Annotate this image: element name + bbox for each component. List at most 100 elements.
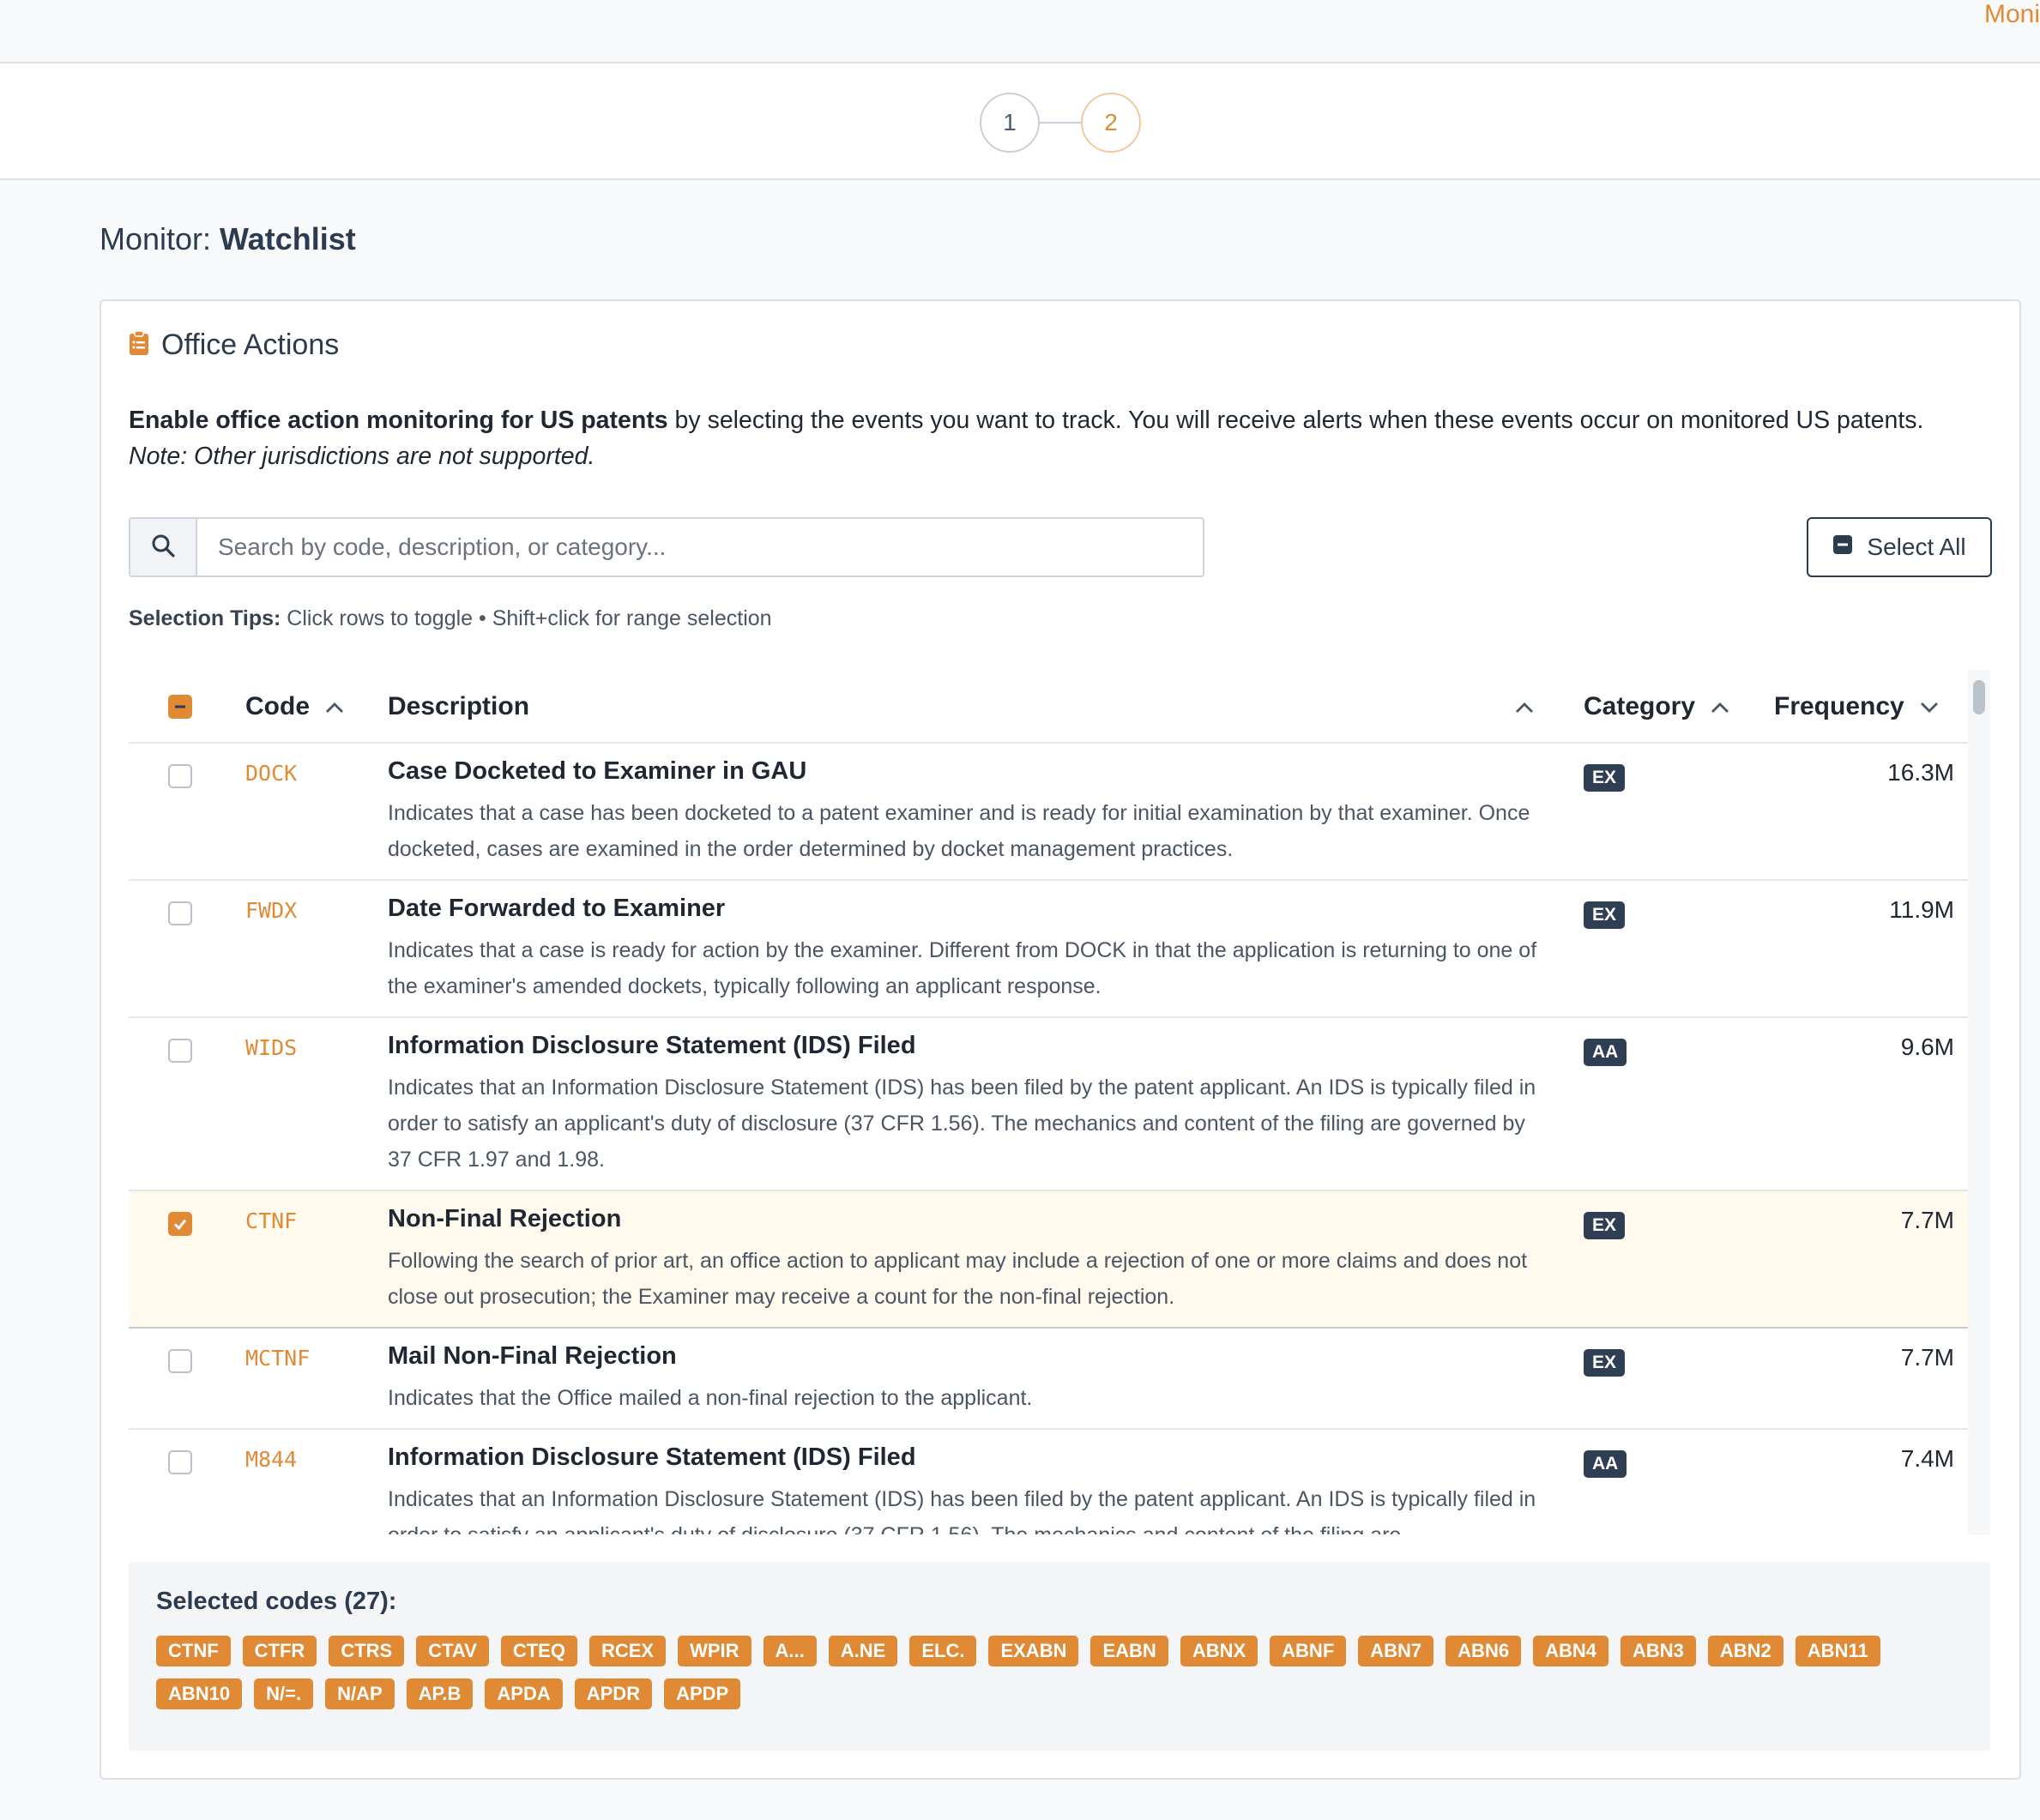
- category-badge: AA: [1584, 1039, 1627, 1066]
- office-actions-card: Office Actions Enable office action moni…: [100, 299, 2021, 1780]
- intro-note: Note: Other jurisdictions are not suppor…: [129, 443, 595, 470]
- event-frequency: 16.3M: [1887, 759, 1954, 786]
- search-addon: [130, 519, 197, 576]
- header-description[interactable]: Description: [388, 670, 529, 744]
- event-code: CTNF: [245, 1208, 298, 1233]
- header-code-label: Code: [245, 692, 310, 720]
- step-1[interactable]: 1: [980, 93, 1040, 153]
- event-description: Following the search of prior art, an of…: [388, 1249, 1528, 1309]
- stepper: 1 2: [0, 63, 2040, 180]
- row-checkbox[interactable]: [168, 1349, 192, 1373]
- event-frequency: 7.7M: [1900, 1207, 1954, 1233]
- page-title: Monitor: Watchlist: [100, 221, 356, 257]
- selected-code-chip[interactable]: CTEQ: [500, 1636, 577, 1666]
- monitor-nav-link[interactable]: Moni: [1984, 0, 2040, 29]
- category-badge: EX: [1584, 764, 1626, 792]
- event-title: Information Disclosure Statement (IDS) F…: [388, 1032, 916, 1059]
- events-table: Code Description Category Frequency DOCK…: [129, 670, 1990, 1534]
- selected-code-chip[interactable]: ABN4: [1533, 1636, 1608, 1666]
- table-row[interactable]: MCTNF Mail Non-Final Rejection Indicates…: [129, 1329, 1968, 1430]
- search-box: [129, 517, 1204, 577]
- select-all-button[interactable]: Select All: [1807, 517, 1992, 577]
- table-row[interactable]: WIDS Information Disclosure Statement (I…: [129, 1018, 1968, 1191]
- event-description: Indicates that a case has been docketed …: [388, 801, 1530, 861]
- selection-tips: Selection Tips: Click rows to toggle • S…: [129, 606, 772, 631]
- selected-code-chip[interactable]: AP.B: [406, 1678, 474, 1709]
- event-frequency: 7.7M: [1900, 1344, 1954, 1371]
- header-select-checkbox[interactable]: [168, 670, 192, 744]
- table-header: Code Description Category Frequency: [129, 670, 1968, 744]
- event-code: M844: [245, 1447, 298, 1472]
- card-title: Office Actions: [161, 328, 340, 361]
- selected-code-chip[interactable]: N/AP: [325, 1678, 395, 1709]
- selected-code-chip[interactable]: APDR: [574, 1678, 653, 1709]
- top-bar: Moni: [0, 0, 2040, 63]
- indeterminate-checkbox[interactable]: [168, 695, 192, 719]
- table-scrollbar[interactable]: [1968, 670, 1990, 1534]
- selected-code-chip[interactable]: ABN10: [156, 1678, 243, 1709]
- row-checkbox-checked[interactable]: [168, 1212, 192, 1236]
- event-frequency: 7.4M: [1900, 1445, 1954, 1472]
- selected-code-chip[interactable]: ELC.: [909, 1636, 977, 1666]
- selected-code-chip[interactable]: EABN: [1090, 1636, 1168, 1666]
- table-row[interactable]: M844 Information Disclosure Statement (I…: [129, 1430, 1968, 1534]
- row-checkbox[interactable]: [168, 764, 192, 788]
- row-checkbox[interactable]: [168, 1039, 192, 1063]
- header-code[interactable]: Code: [245, 670, 346, 744]
- search-input[interactable]: [197, 519, 1203, 576]
- category-badge: EX: [1584, 1212, 1626, 1239]
- search-icon: [150, 533, 176, 563]
- category-badge: EX: [1584, 901, 1626, 929]
- selected-code-chip[interactable]: RCEX: [588, 1636, 667, 1666]
- header-category[interactable]: Category: [1584, 670, 1731, 744]
- event-frequency: 11.9M: [1889, 896, 1954, 923]
- event-frequency: 9.6M: [1900, 1034, 1954, 1060]
- watchlist-name: Watchlist: [220, 221, 356, 256]
- intro-text: Enable office action monitoring for US p…: [129, 402, 2007, 474]
- selected-code-chip[interactable]: CTRS: [329, 1636, 405, 1666]
- selected-codes-list: CTNF CTFR CTRS CTAV CTEQ RCEX WPIR A... A.NE ELC.…: [156, 1636, 1975, 1709]
- step-connector: [1040, 122, 1081, 124]
- selected-code-chip[interactable]: ABNF: [1270, 1636, 1347, 1666]
- header-category-label: Category: [1584, 692, 1696, 720]
- selected-code-chip[interactable]: CTFR: [242, 1636, 317, 1666]
- row-checkbox[interactable]: [168, 1450, 192, 1474]
- selected-code-chip[interactable]: ABN3: [1620, 1636, 1696, 1666]
- selected-code-chip[interactable]: APDA: [485, 1678, 563, 1709]
- intro-bold: Enable office action monitoring for US p…: [129, 407, 668, 434]
- event-code: FWDX: [245, 898, 298, 923]
- description-sort[interactable]: [1513, 670, 1536, 744]
- table-row[interactable]: FWDX Date Forwarded to Examiner Indicate…: [129, 881, 1968, 1018]
- step-2-active[interactable]: 2: [1081, 93, 1141, 153]
- selected-codes-panel: Selected codes (27): CTNF CTFR CTRS CTAV CTE…: [129, 1562, 1990, 1751]
- event-title: Case Docketed to Examiner in GAU: [388, 757, 807, 785]
- event-code: MCTNF: [245, 1346, 311, 1371]
- event-title: Non-Final Rejection: [388, 1205, 622, 1232]
- selected-code-chip[interactable]: ABN2: [1707, 1636, 1783, 1666]
- tips-text: Click rows to toggle • Shift+click for r…: [281, 606, 772, 630]
- category-badge: EX: [1584, 1349, 1626, 1377]
- selected-code-chip[interactable]: A...: [763, 1636, 817, 1666]
- chevron-up-icon: [1709, 692, 1731, 721]
- tips-label: Selection Tips:: [129, 606, 281, 630]
- selected-code-chip[interactable]: ABN11: [1795, 1636, 1880, 1666]
- selected-code-chip[interactable]: CTNF: [156, 1636, 231, 1666]
- event-title: Mail Non-Final Rejection: [388, 1342, 677, 1370]
- selected-code-chip[interactable]: N/=.: [254, 1678, 314, 1709]
- table-row[interactable]: DOCK Case Docketed to Examiner in GAU In…: [129, 744, 1968, 881]
- scrollbar-thumb[interactable]: [1973, 680, 1985, 714]
- selected-code-chip[interactable]: EXABN: [988, 1636, 1079, 1666]
- clipboard-list-icon: [129, 330, 149, 360]
- selected-code-chip[interactable]: ABN7: [1358, 1636, 1434, 1666]
- selected-code-chip[interactable]: ABN6: [1446, 1636, 1522, 1666]
- row-checkbox[interactable]: [168, 901, 192, 925]
- header-frequency[interactable]: Frequency: [1774, 670, 1940, 744]
- selected-code-chip[interactable]: APDP: [664, 1678, 741, 1709]
- event-title: Information Disclosure Statement (IDS) F…: [388, 1443, 916, 1471]
- selected-code-chip[interactable]: WPIR: [678, 1636, 751, 1666]
- selected-code-chip[interactable]: A.NE: [828, 1636, 898, 1666]
- selected-code-chip[interactable]: CTAV: [416, 1636, 489, 1666]
- table-row-selected[interactable]: CTNF Non-Final Rejection Following the s…: [129, 1191, 1968, 1329]
- selected-code-chip[interactable]: ABNX: [1180, 1636, 1258, 1666]
- header-frequency-label: Frequency: [1774, 692, 1904, 720]
